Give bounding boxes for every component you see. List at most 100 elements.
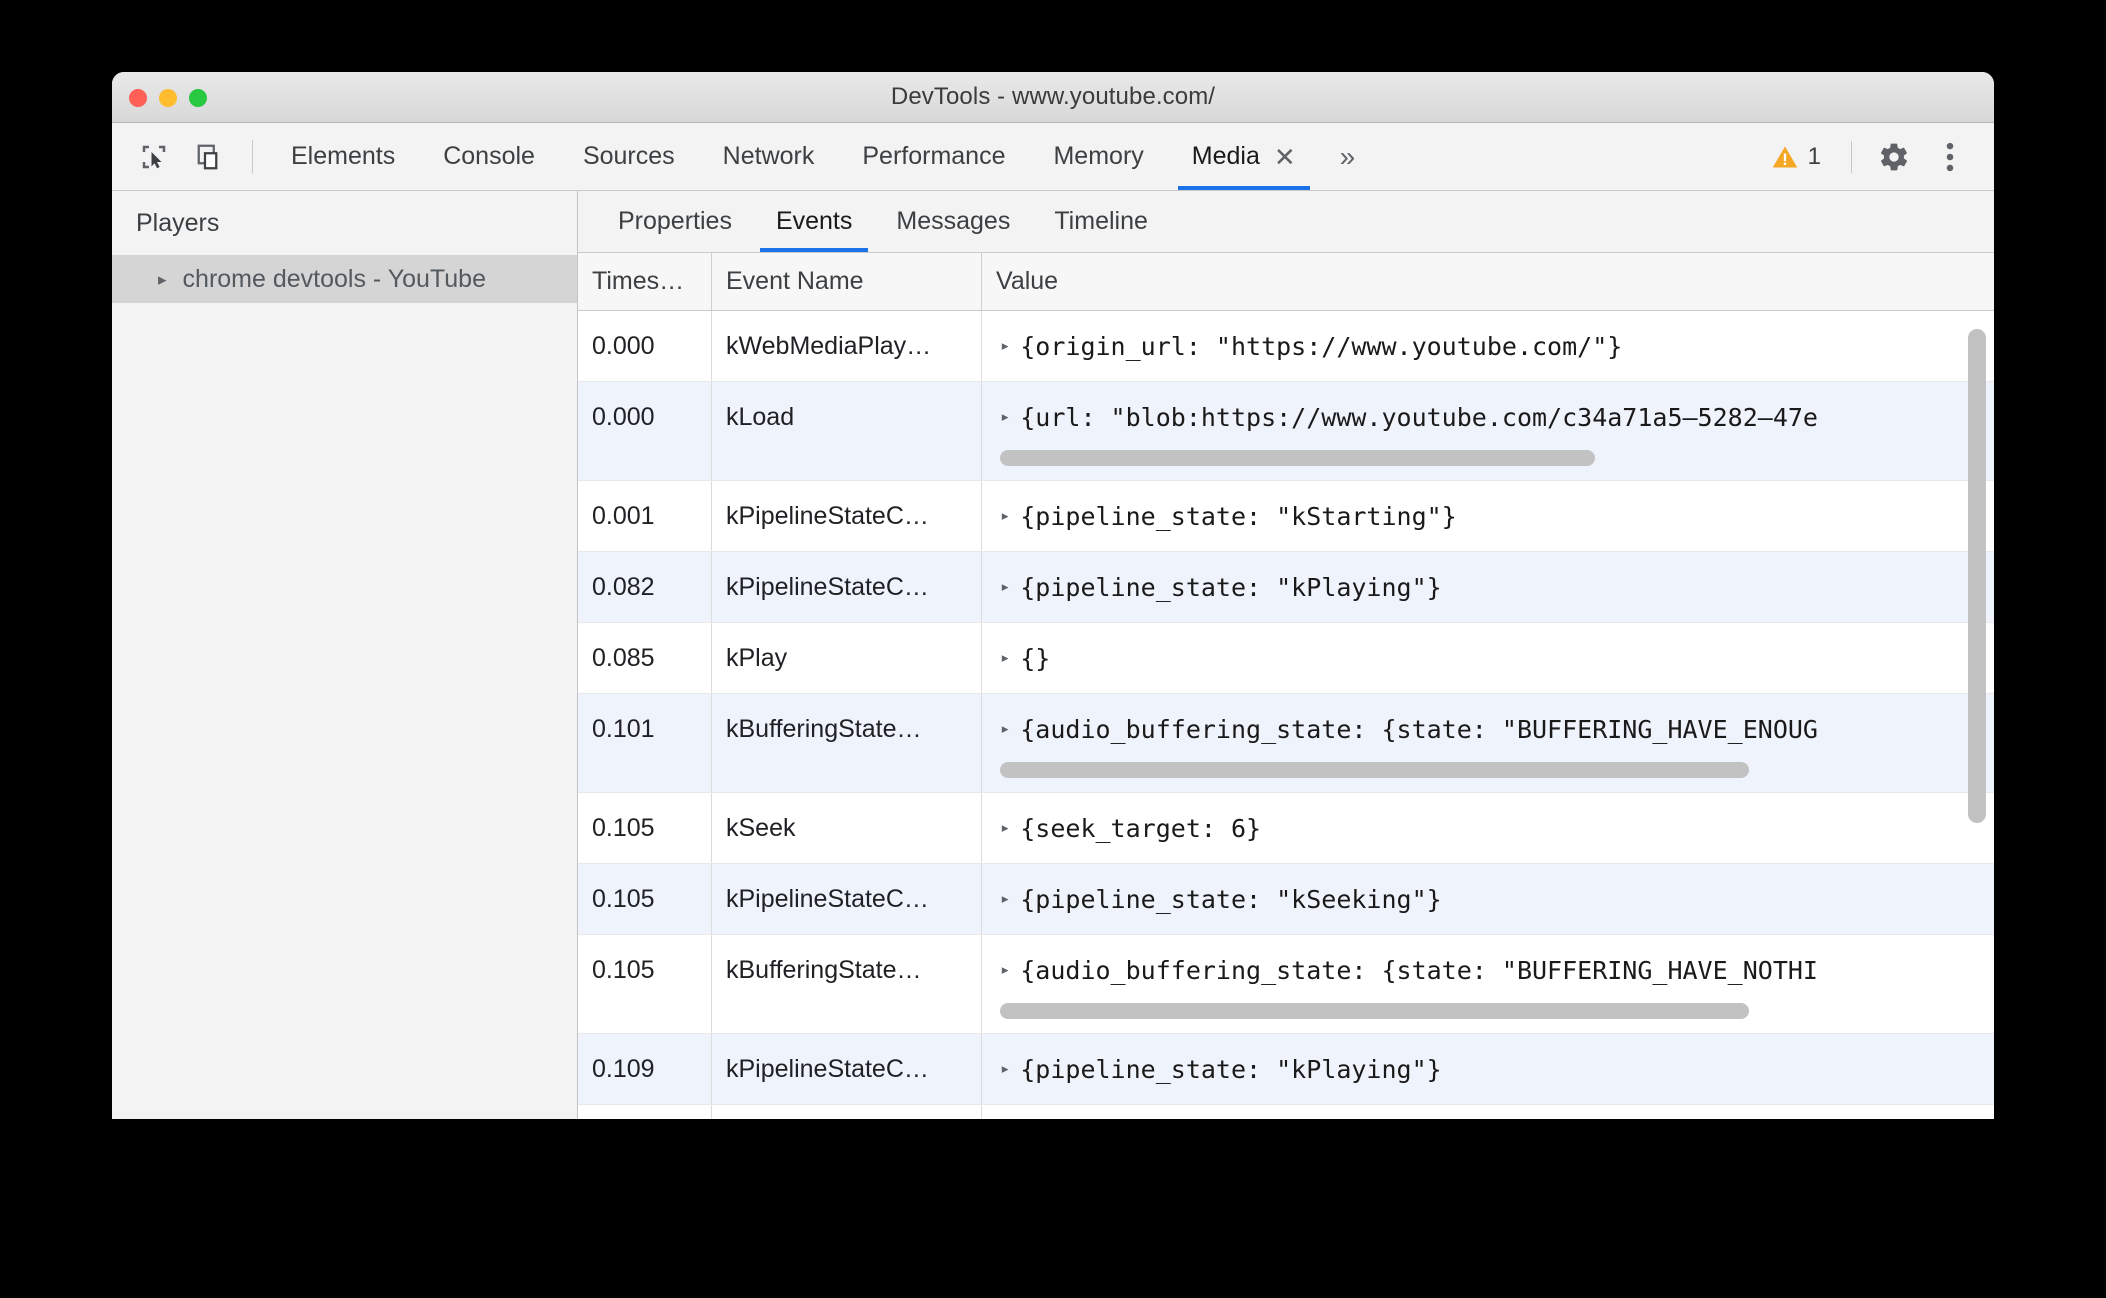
cell-event-name: kPipelineStateC… [712, 481, 982, 551]
tab-properties-label: Properties [618, 207, 732, 235]
event-name-value: kPipelineStateC… [726, 884, 929, 913]
minimize-window-button[interactable] [159, 89, 177, 107]
table-row[interactable]: 0.082 kPipelineStateC… ▸ {pipeline_state: "… [578, 552, 1994, 623]
timestamp-value: 0.105 [592, 813, 655, 842]
kebab-menu-icon[interactable] [1924, 131, 1976, 183]
cell-event-name: kBufferingState… [712, 694, 982, 792]
toolbar-right-group: 1 [1757, 123, 1994, 190]
zoom-window-button[interactable] [189, 89, 207, 107]
tab-network[interactable]: Network [699, 123, 839, 190]
scrollbar-thumb[interactable] [1000, 762, 1749, 778]
cell-value: ▸ {origin_url: "https://www.youtube.com/"… [982, 311, 1994, 381]
value-string: {audio_buffering_state: {state: "BUFFERI… [1020, 714, 1818, 744]
close-icon[interactable]: ✕ [1274, 144, 1296, 170]
expand-triangle-icon[interactable]: ▸ [1000, 1060, 1010, 1078]
horizontal-scrollbar[interactable] [1000, 999, 1994, 1023]
tab-memory[interactable]: Memory [1029, 123, 1167, 190]
tab-performance[interactable]: Performance [838, 123, 1029, 190]
timestamp-value: 0.000 [592, 402, 655, 431]
cell-value: ▸ {pipeline_state: "kPlaying"} [982, 1034, 1994, 1104]
toolbar-icon-group [112, 123, 267, 190]
timestamp-value: 0.001 [592, 501, 655, 530]
table-row[interactable]: 0.109 kPipelineStateC… ▸ {pipeline_state: "… [578, 1034, 1994, 1105]
value-text: ▸ {url: "blob:https://www.youtube.com/c34… [1000, 382, 1994, 452]
value-string: {audio_buffering_state: {state: "BUFFERI… [1020, 955, 1818, 985]
close-window-button[interactable] [129, 89, 147, 107]
expand-triangle-icon[interactable]: ▸ [1000, 819, 1010, 837]
tab-media-label: Media [1191, 142, 1260, 170]
tab-timeline[interactable]: Timeline [1032, 191, 1170, 252]
media-subtab-list: Properties Events Messages Timeline [578, 191, 1994, 253]
table-row[interactable]: 0.105 kPipelineStateC… ▸ {pipeline_state: "… [578, 864, 1994, 935]
table-row[interactable]: 0.105 kBufferingState… ▸ {audio_buffering_s… [578, 935, 1994, 1034]
warning-count: 1 [1807, 142, 1821, 170]
scrollbar-thumb[interactable] [1000, 450, 1596, 466]
column-header-value[interactable]: Value [982, 253, 1994, 310]
value-string: {pipeline_state: "kPlaying"} [1020, 572, 1442, 602]
cell-event-name: kBufferingState… [712, 935, 982, 1033]
cell-event-name: kPlay [712, 623, 982, 693]
table-row[interactable]: 0.085 kPlay ▸ {} [578, 623, 1994, 694]
horizontal-scrollbar[interactable] [1000, 446, 1994, 470]
timestamp-value: 0.109 [592, 1054, 655, 1083]
scrollbar-thumb[interactable] [1000, 1003, 1749, 1019]
warning-triangle-icon [1772, 146, 1797, 167]
column-header-event-name[interactable]: Event Name [712, 253, 982, 310]
tab-network-label: Network [722, 142, 815, 170]
tab-messages[interactable]: Messages [874, 191, 1032, 252]
expand-triangle-icon[interactable]: ▸ [1000, 890, 1010, 908]
table-row[interactable]: 0.105 kSeek ▸ {seek_target: 6} [578, 793, 1994, 864]
window-controls[interactable] [129, 89, 207, 107]
tab-sources[interactable]: Sources [559, 123, 699, 190]
inspect-element-icon[interactable] [126, 142, 182, 172]
value-text: ▸ {origin_url: "https://www.youtube.com/"… [1000, 311, 1994, 381]
gear-icon[interactable] [1868, 131, 1920, 183]
expand-triangle-icon[interactable]: ▸ [1000, 649, 1010, 667]
column-header-timestamp[interactable]: Times… [578, 253, 712, 310]
horizontal-scrollbar[interactable] [1000, 758, 1994, 782]
window-title: DevTools - www.youtube.com/ [890, 83, 1216, 110]
value-text: ▸ {pipeline_state: "kPlaying"} [1000, 1034, 1994, 1104]
event-name-value: kWebMediaPlay… [726, 331, 932, 360]
events-table-body: 0.000 kWebMediaPlay… ▸ {origin_url: "https:… [578, 311, 1994, 1119]
expand-triangle-icon[interactable]: ▸ [1000, 961, 1010, 979]
expand-triangle-icon[interactable]: ▸ [1000, 507, 1010, 525]
event-name-value: kPipelineStateC… [726, 1054, 929, 1083]
value-string: {pipeline_state: "kSeeking"} [1020, 884, 1442, 914]
table-row[interactable]: 0.101 kBufferingState… ▸ {audio_buffering_s… [578, 694, 1994, 793]
players-sidebar: Players ▸ chrome devtools - YouTube [112, 191, 578, 1119]
table-row[interactable]: 0.111 kBufferingState… ▸{audio_buffering_s… [578, 1105, 1994, 1119]
cell-value: ▸ {audio_buffering_state: {state: "BUFFER… [982, 935, 1994, 1033]
value-text: ▸ {audio_buffering_state: {state: "BUFFER… [1000, 935, 1994, 1005]
event-name-value: kLoad [726, 402, 795, 431]
sidebar-item-player[interactable]: ▸ chrome devtools - YouTube [112, 255, 577, 303]
expand-triangle-icon[interactable]: ▸ [158, 271, 167, 288]
tab-elements[interactable]: Elements [267, 123, 419, 190]
event-name-value: kPipelineStateC… [726, 501, 929, 530]
cell-timestamp: 0.001 [578, 481, 712, 551]
device-toolbar-icon[interactable] [182, 142, 238, 172]
tab-messages-label: Messages [896, 207, 1011, 235]
table-row[interactable]: 0.000 kLoad ▸ {url: "blob:https://www.youtu… [578, 382, 1994, 481]
vertical-scrollbar[interactable] [1968, 329, 1986, 823]
cell-value: ▸ {url: "blob:https://www.youtube.com/c34… [982, 382, 1994, 480]
devtools-window: DevTools - www.youtube.com/ Elements Con… [112, 72, 1994, 1119]
expand-triangle-icon[interactable]: ▸ [1000, 408, 1010, 426]
more-tabs-icon[interactable]: » [1320, 123, 1376, 190]
event-name-value: kSeek [726, 813, 796, 842]
tab-properties[interactable]: Properties [596, 191, 754, 252]
expand-triangle-icon[interactable]: ▸ [1000, 720, 1010, 738]
cell-event-name: kPipelineStateC… [712, 1034, 982, 1104]
value-text: ▸ {seek_target: 6} [1000, 793, 1994, 863]
tab-media[interactable]: Media ✕ [1168, 123, 1320, 190]
tab-events[interactable]: Events [754, 191, 874, 252]
cell-timestamp: 0.000 [578, 311, 712, 381]
cell-timestamp: 0.000 [578, 382, 712, 480]
expand-triangle-icon[interactable]: ▸ [1000, 337, 1010, 355]
table-row[interactable]: 0.000 kWebMediaPlay… ▸ {origin_url: "https:… [578, 311, 1994, 382]
tab-console[interactable]: Console [419, 123, 559, 190]
warning-badge[interactable]: 1 [1757, 143, 1835, 171]
table-row[interactable]: 0.001 kPipelineStateC… ▸ {pipeline_state: "… [578, 481, 1994, 552]
expand-triangle-icon[interactable]: ▸ [1000, 578, 1010, 596]
cell-value: ▸ {audio_buffering_state: {state: "BUFFER… [982, 694, 1994, 792]
